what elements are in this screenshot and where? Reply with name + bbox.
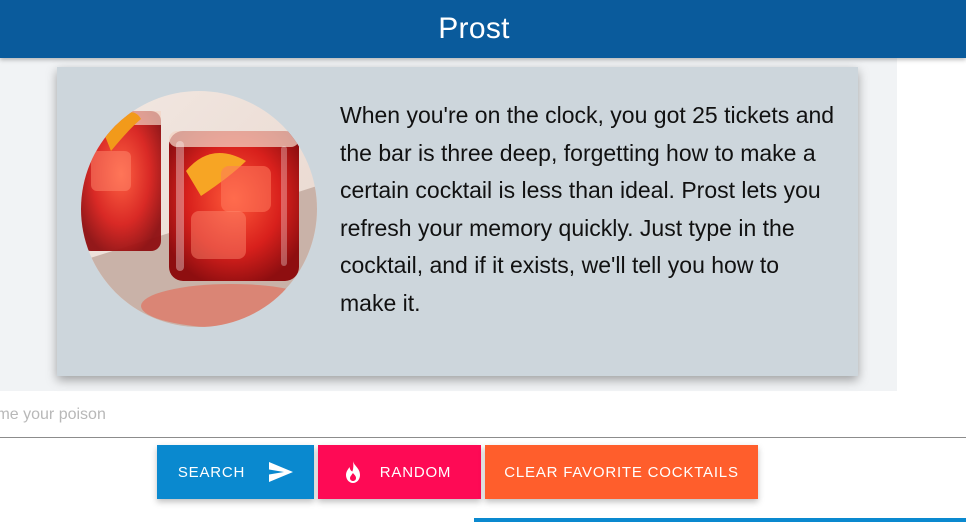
search-button[interactable]: SEARCH [157, 445, 314, 499]
clear-favorites-label: CLEAR FAVORITE COCKTAILS [504, 463, 739, 481]
cocktail-search-input[interactable] [0, 401, 958, 429]
intro-card: When you're on the clock, you got 25 tic… [57, 67, 858, 376]
search-button-label: SEARCH [177, 463, 246, 481]
intro-text: When you're on the clock, you got 25 tic… [340, 102, 835, 316]
search-field[interactable] [0, 393, 966, 438]
clear-favorites-button[interactable]: CLEAR FAVORITE COCKTAILS [485, 445, 758, 499]
random-button-label: RANDOM [379, 463, 452, 481]
random-button[interactable]: RANDOM [318, 445, 481, 499]
bottom-accent-bar [474, 518, 966, 522]
send-icon [269, 462, 294, 482]
cocktail-photo [81, 91, 317, 327]
app-title: Prost [438, 12, 510, 45]
fire-icon [344, 461, 362, 483]
app-bar: Prost [0, 0, 966, 58]
